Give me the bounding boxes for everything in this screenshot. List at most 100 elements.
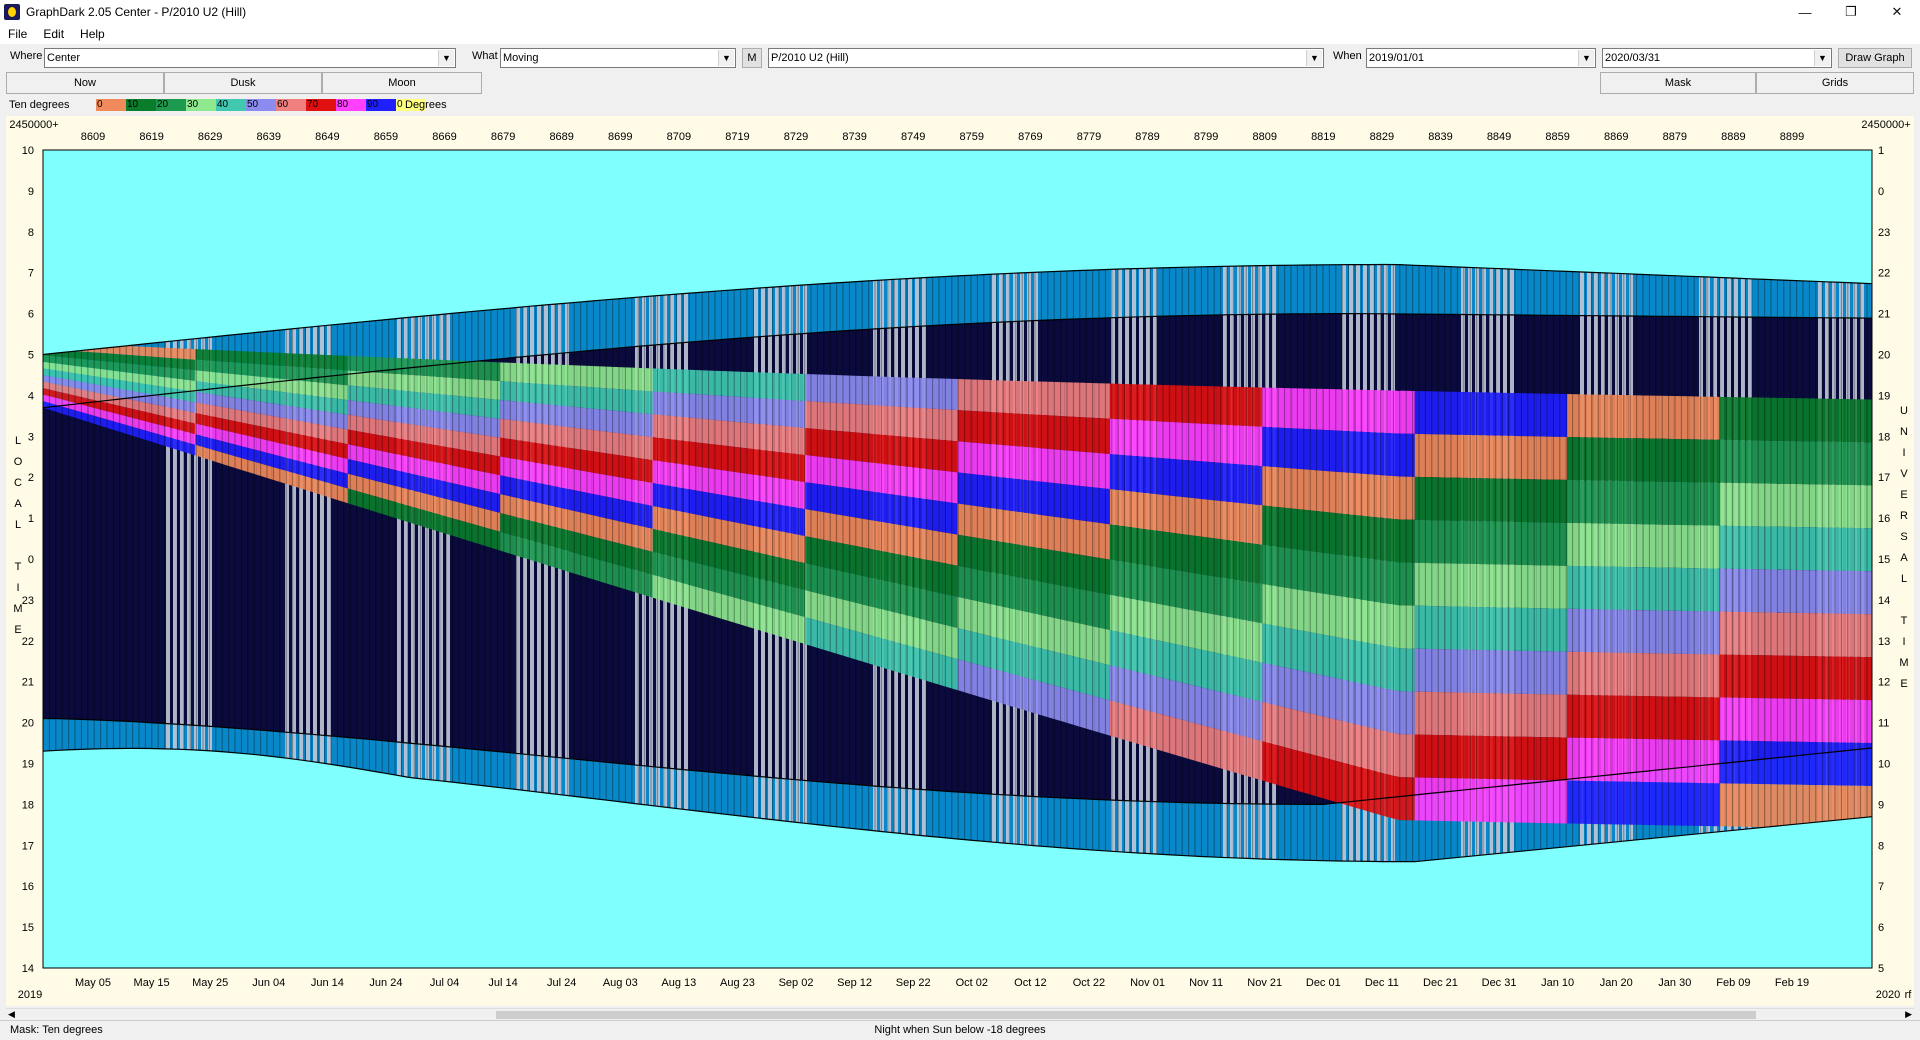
date-tick-label: Dec 01 — [1306, 977, 1341, 989]
scroll-thumb[interactable] — [496, 1011, 1756, 1019]
date-tick-label: Oct 02 — [956, 977, 988, 989]
jd-tick-label: 8719 — [725, 131, 749, 143]
jd-prefix-right: 2450000+ — [1861, 119, 1910, 131]
y-left-axis-title: A — [14, 498, 22, 510]
date-tick-label: Aug 23 — [720, 977, 755, 989]
y-left-tick-label: 14 — [22, 963, 34, 975]
minimize-icon[interactable]: — — [1782, 0, 1828, 24]
date-tick-label: Aug 03 — [603, 977, 638, 989]
date-tick-label: Jun 24 — [369, 977, 402, 989]
menu-help[interactable]: Help — [72, 27, 113, 41]
y-left-tick-label: 23 — [22, 595, 34, 607]
jd-tick-label: 8839 — [1428, 131, 1452, 143]
jd-tick-label: 8739 — [842, 131, 866, 143]
jd-tick-label: 8709 — [667, 131, 691, 143]
y-left-tick-label: 9 — [28, 186, 34, 198]
jd-tick-label: 8899 — [1780, 131, 1804, 143]
jd-tick-label: 8649 — [315, 131, 339, 143]
now-button[interactable]: Now — [6, 72, 164, 94]
y-left-axis-title: M — [13, 603, 22, 615]
y-left-axis-title: L — [15, 435, 21, 447]
y-right-axis-title: I — [1902, 447, 1905, 459]
y-left-tick-label: 17 — [22, 840, 34, 852]
y-right-axis-title: N — [1900, 426, 1908, 438]
date-tick-label: Jun 14 — [311, 977, 344, 989]
year-right: 2020 — [1876, 989, 1900, 1001]
m-button[interactable]: M — [742, 48, 762, 68]
mask-button[interactable]: Mask — [1600, 72, 1756, 94]
date-tick-label: May 05 — [75, 977, 111, 989]
where-label: Where — [10, 50, 43, 62]
what-select[interactable]: Moving ▼ — [500, 48, 736, 68]
start-date-select[interactable]: 2019/01/01 ▼ — [1366, 48, 1596, 68]
chevron-down-icon[interactable]: ▼ — [1306, 50, 1322, 66]
legend-swatch: 50 — [246, 99, 276, 111]
y-left-tick-label: 21 — [22, 677, 34, 689]
legend-swatch: 70 — [306, 99, 336, 111]
y-left-tick-label: 22 — [22, 636, 34, 648]
y-left-tick-label: 19 — [22, 759, 34, 771]
y-left-axis-title: I — [16, 582, 19, 594]
chevron-down-icon[interactable]: ▼ — [1578, 50, 1594, 66]
y-left-tick-label: 7 — [28, 268, 34, 280]
y-right-tick-label: 20 — [1878, 350, 1890, 362]
where-select[interactable]: Center ▼ — [44, 48, 456, 68]
y-left-tick-label: 8 — [28, 227, 34, 239]
legend: Ten degrees 0 10 20 30 40 50 60 70 80 90 0 Degrees — [0, 96, 1920, 114]
chevron-down-icon[interactable]: ▼ — [438, 50, 454, 66]
y-right-tick-label: 6 — [1878, 922, 1884, 934]
y-left-tick-label: 1 — [28, 513, 34, 525]
object-select[interactable]: P/2010 U2 (Hill) ▼ — [768, 48, 1324, 68]
chevron-down-icon[interactable]: ▼ — [1814, 50, 1830, 66]
date-tick-label: Nov 21 — [1247, 977, 1282, 989]
jd-tick-label: 8829 — [1370, 131, 1394, 143]
jd-tick-label: 8619 — [139, 131, 163, 143]
y-right-tick-label: 9 — [1878, 799, 1884, 811]
scroll-right-icon[interactable]: ▶ — [1905, 1009, 1912, 1020]
chevron-down-icon[interactable]: ▼ — [718, 50, 734, 66]
scroll-left-icon[interactable]: ◀ — [8, 1009, 15, 1020]
date-tick-label: Sep 22 — [896, 977, 931, 989]
jd-tick-label: 8869 — [1604, 131, 1628, 143]
date-tick-label: Nov 01 — [1130, 977, 1165, 989]
y-right-axis-title: R — [1900, 510, 1908, 522]
date-tick-label: Dec 31 — [1482, 977, 1517, 989]
date-tick-label: Sep 02 — [779, 977, 814, 989]
jd-tick-label: 8859 — [1545, 131, 1569, 143]
moon-button[interactable]: Moon — [322, 72, 482, 94]
date-tick-label: Jan 30 — [1658, 977, 1691, 989]
date-tick-label: Sep 12 — [837, 977, 872, 989]
y-right-axis-title: L — [1901, 573, 1907, 585]
y-left-tick-label: 18 — [22, 799, 34, 811]
jd-tick-label: 8699 — [608, 131, 632, 143]
date-tick-label: May 15 — [134, 977, 170, 989]
visibility-chart[interactable]: 8609 8619 8629 8639 8649 8659 8669 8679 8689 8699… — [6, 116, 1914, 1006]
y-right-tick-label: 19 — [1878, 390, 1890, 402]
dusk-button[interactable]: Dusk — [164, 72, 322, 94]
menu-edit[interactable]: Edit — [35, 27, 72, 41]
horizontal-scrollbar[interactable]: ◀ ▶ — [6, 1008, 1914, 1020]
toolbar: Where Center ▼ What Moving ▼ M P/2010 U2… — [0, 46, 1920, 70]
legend-swatch: 90 — [366, 99, 396, 111]
grids-button[interactable]: Grids — [1756, 72, 1914, 94]
corner-right-label: rf — [1905, 989, 1913, 1001]
jd-tick-label: 8809 — [1252, 131, 1276, 143]
y-right-axis-title: E — [1900, 678, 1907, 690]
legend-swatch: 80 — [336, 99, 366, 111]
object-value: P/2010 U2 (Hill) — [771, 52, 849, 64]
jd-prefix-left: 2450000+ — [9, 119, 58, 131]
y-right-tick-label: 16 — [1878, 513, 1890, 525]
close-icon[interactable]: ✕ — [1874, 0, 1920, 24]
date-tick-label: Dec 11 — [1365, 977, 1399, 989]
graph-area[interactable]: 8609 8619 8629 8639 8649 8659 8669 8679 8689 8699… — [6, 116, 1914, 1006]
legend-swatch: 0 — [96, 99, 126, 111]
maximize-icon[interactable]: ❐ — [1828, 0, 1874, 24]
end-date-select[interactable]: 2020/03/31 ▼ — [1602, 48, 1832, 68]
date-tick-label: Jul 14 — [488, 977, 517, 989]
menu-file[interactable]: File — [0, 27, 35, 41]
jd-tick-label: 8659 — [374, 131, 398, 143]
draw-graph-button[interactable]: Draw Graph — [1838, 48, 1912, 68]
y-left-axis-title: E — [14, 624, 21, 636]
jd-tick-label: 8799 — [1194, 131, 1218, 143]
y-left-axis-title: T — [15, 561, 22, 573]
